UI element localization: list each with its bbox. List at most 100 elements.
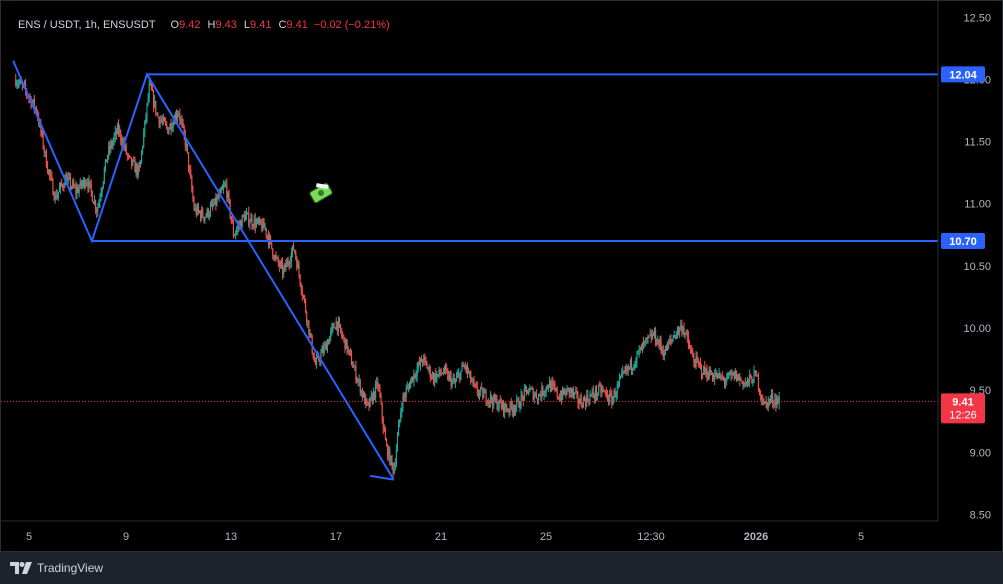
candle-body — [744, 383, 746, 385]
candle-body — [323, 346, 325, 353]
candle-body — [189, 168, 191, 170]
candle-body — [358, 380, 360, 382]
current-price-countdown: 12:26 — [949, 409, 977, 421]
candle-body — [414, 373, 416, 377]
candle-body — [748, 378, 750, 383]
y-tick-label: 12.50 — [963, 12, 991, 24]
candle-body — [90, 183, 92, 192]
candle-body — [43, 147, 45, 153]
candle-body — [717, 373, 719, 379]
candle-body — [162, 117, 164, 121]
candle-body — [733, 372, 735, 379]
candle-body — [601, 389, 603, 393]
candle-body — [731, 373, 733, 375]
candle-body — [369, 396, 371, 407]
candle-body — [445, 366, 447, 370]
candle-body — [247, 212, 249, 214]
candle-body — [474, 383, 476, 386]
legend-close: 9.41 — [286, 19, 308, 31]
candle-body — [385, 440, 388, 446]
candle-body — [18, 82, 20, 85]
tradingview-brand[interactable]: TradingView — [10, 560, 103, 576]
candle-body — [131, 157, 133, 166]
candle-body — [569, 388, 571, 394]
candle-body — [530, 388, 532, 390]
candle-body — [667, 342, 669, 351]
candle-body — [696, 356, 698, 360]
candle-body — [645, 339, 647, 342]
candle-body — [194, 207, 196, 210]
candle-body — [383, 428, 385, 432]
time-axis: 5 9 13 17 21 25 12:30 2026 5 — [1, 520, 938, 543]
candle-body — [691, 349, 693, 353]
candle-body — [299, 274, 301, 285]
candle-body — [214, 198, 216, 205]
candle-body — [528, 392, 530, 394]
candle-body — [442, 372, 444, 374]
candle-body — [389, 449, 391, 465]
candle-body — [387, 445, 389, 458]
candle-body — [42, 132, 44, 148]
candle-body — [700, 365, 703, 375]
candle-body — [192, 190, 194, 200]
candle-body — [464, 365, 466, 369]
candle-body — [148, 84, 150, 99]
candle-body — [728, 373, 730, 375]
candle-body — [232, 222, 234, 236]
candle-body — [485, 391, 487, 403]
legend-change: −0.02 (−0.21%) — [313, 19, 390, 31]
candle-body — [593, 396, 595, 399]
x-tick-label: 17 — [330, 531, 342, 543]
candle-body — [285, 264, 287, 268]
candle-body — [401, 408, 403, 413]
candle-body — [208, 214, 210, 217]
price-chart[interactable]: 8.509.009.5010.0010.5011.0011.5012.0012.… — [1, 1, 1002, 551]
candle-body — [297, 264, 299, 269]
candle-body — [241, 215, 243, 228]
candle-body — [419, 358, 421, 365]
candle-body — [252, 225, 254, 227]
candle-body — [482, 388, 484, 399]
candle-body — [761, 395, 763, 400]
candle-body — [151, 89, 154, 92]
candle-body — [407, 386, 409, 387]
candle-body — [471, 381, 473, 383]
candle-body — [437, 374, 439, 375]
candle-body — [329, 336, 331, 344]
candle-body — [295, 251, 297, 259]
candle-body — [710, 374, 712, 376]
candle-body — [196, 206, 198, 215]
candle-body — [322, 348, 324, 353]
candle-body — [324, 343, 326, 347]
candle-body — [463, 365, 465, 367]
candle-body — [243, 215, 245, 221]
candle-body — [460, 370, 462, 380]
candle-body — [595, 388, 598, 397]
candle-body — [671, 339, 673, 340]
candle-body — [699, 363, 701, 366]
candle-body — [547, 387, 549, 389]
candle-body — [465, 365, 467, 369]
candle-body — [734, 371, 736, 379]
candle-body — [134, 160, 136, 173]
candle-body — [107, 155, 109, 163]
candle-body — [571, 389, 574, 393]
candle-body — [67, 177, 69, 179]
candle-body — [191, 177, 193, 191]
candle-body — [181, 119, 183, 124]
candle-body — [740, 377, 742, 381]
candle-body — [495, 398, 497, 401]
candle-body — [711, 374, 714, 379]
candle-body — [83, 179, 85, 184]
candle-body — [655, 329, 657, 343]
candle-body — [750, 374, 752, 378]
candle-body — [336, 321, 338, 332]
candle-body — [509, 401, 511, 412]
candle-body — [636, 351, 638, 362]
candle-body — [422, 362, 424, 363]
candle-body — [576, 391, 578, 393]
candle-body — [177, 115, 179, 119]
candle-body — [682, 328, 684, 332]
candle-body — [398, 424, 400, 437]
candle-body — [355, 366, 357, 381]
